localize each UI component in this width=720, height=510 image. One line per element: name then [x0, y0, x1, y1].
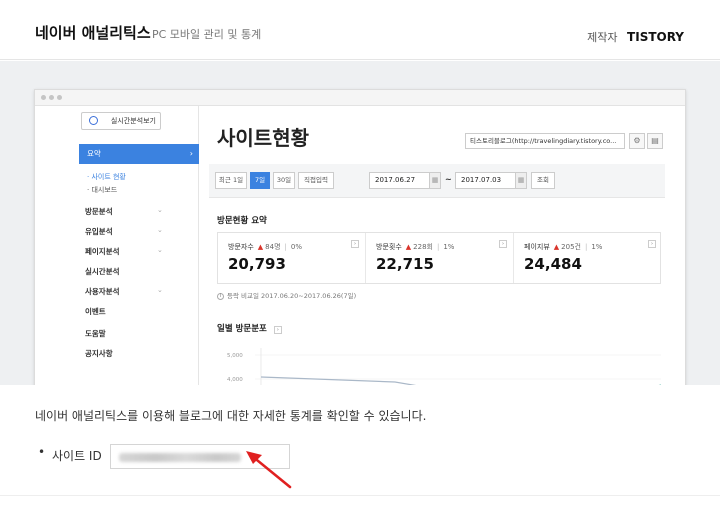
calendar-icon[interactable]: ▦	[429, 172, 441, 189]
preview-main: 사이트현황 티스토리블로그(http://travelingdiary.tist…	[209, 106, 675, 385]
stat-visitors: 방문자수 ▲ 84명 | 0% 20,793 ›	[218, 233, 366, 283]
blog-select[interactable]: 티스토리블로그(http://travelingdiary.tistory.co…	[465, 133, 625, 149]
sidebar-item-label: 도움말	[85, 329, 106, 338]
chevron-right-icon[interactable]: ›	[351, 240, 359, 248]
header-bar: 네이버 애널리틱스 PC 모바일 관리 및 통계 제작자 TISTORY	[0, 0, 720, 60]
divider	[0, 495, 720, 496]
stat-label: 방문자수 ▲ 84명 | 0%	[228, 243, 302, 251]
chevron-down-icon: ⌄	[157, 206, 163, 214]
window-dot-icon	[41, 95, 46, 100]
info-icon: i	[217, 292, 224, 300]
chart-tick-label: 4,000	[227, 377, 243, 383]
search-button[interactable]: 조회	[531, 172, 555, 189]
sidebar-item-label: 이벤트	[85, 307, 106, 316]
window-dot-icon	[49, 95, 54, 100]
chevron-right-icon[interactable]: ›	[273, 326, 282, 334]
arrow-up-icon: ▲	[553, 243, 560, 251]
period-30day-button[interactable]: 30일	[273, 172, 295, 189]
daily-chart: 5,000 4,000	[227, 348, 661, 385]
arrow-up-icon: ▲	[257, 243, 264, 251]
stat-value: 20,793	[228, 255, 286, 273]
window-titlebar	[35, 90, 685, 106]
bullet: •	[38, 445, 46, 459]
preview-sidebar: 실시간분석보기 요약 › · 사이트 현황 · 대시보드 방문분석 ⌄ 유입분석 ⌄…	[79, 106, 199, 385]
chevron-right-icon: ›	[189, 149, 193, 158]
period-7day-button[interactable]: 7일	[250, 172, 270, 189]
sidebar-item-page[interactable]: 페이지분석 ⌄	[85, 246, 163, 257]
sidebar-item-label: 사용자분석	[85, 287, 120, 296]
redacted-value	[119, 453, 241, 462]
stat-percent: 0%	[290, 243, 302, 251]
stat-change: 205건	[561, 243, 581, 251]
page-title: 사이트현황	[217, 126, 309, 150]
calendar-icon[interactable]: ▦	[515, 172, 527, 189]
stat-percent: 1%	[443, 243, 455, 251]
chevron-down-icon: ⌄	[157, 246, 163, 254]
sidebar-item-notice[interactable]: 공지사항	[85, 348, 113, 359]
chevron-right-icon[interactable]: ›	[499, 240, 507, 248]
compare-text: 등락 비교일 2017.06.20~2017.06.26(7일)	[227, 292, 357, 300]
stat-label: 방문횟수 ▲ 228회 | 1%	[376, 243, 455, 251]
stat-name: 페이지뷰	[524, 243, 550, 251]
window-dot-icon	[57, 95, 62, 100]
sidebar-item-label: 공지사항	[85, 349, 113, 358]
sidebar-item-label: 실시간분석	[85, 267, 120, 276]
sidebar-item-inflow[interactable]: 유입분석 ⌄	[85, 226, 163, 237]
stat-name: 방문자수	[228, 243, 254, 251]
settings-panel: 네이버 애널리틱스를 이용해 블로그에 대한 자세한 통계를 확인할 수 있습니…	[0, 385, 720, 510]
series-line	[260, 376, 417, 385]
app-subtitle: PC 모바일 관리 및 통계	[152, 28, 262, 41]
sidebar-item-event[interactable]: 이벤트	[85, 306, 106, 317]
sidebar-item-label: 방문분석	[85, 207, 113, 216]
sidebar-item-label: 유입분석	[85, 227, 113, 236]
sidebar-item-label: 요약	[87, 149, 101, 158]
description-text: 네이버 애널리틱스를 이용해 블로그에 대한 자세한 통계를 확인할 수 있습니…	[35, 409, 427, 423]
daily-title-text: 일별 방문분포	[217, 324, 267, 334]
realtime-button-label: 실시간분석보기	[110, 117, 156, 125]
stat-visits: 방문횟수 ▲ 228회 | 1% 22,715 ›	[366, 233, 514, 283]
print-icon[interactable]: ▤	[647, 133, 663, 149]
realtime-button[interactable]: 실시간분석보기	[81, 112, 161, 130]
stat-pageviews: 페이지뷰 ▲ 205건 | 1% 24,484 ›	[514, 233, 662, 283]
summary-title: 방문현황 요약	[217, 216, 267, 226]
sidebar-item-summary[interactable]: 요약 ›	[79, 144, 199, 164]
stat-change: 228회	[413, 243, 433, 251]
site-id-label: 사이트 ID	[52, 449, 102, 463]
stat-name: 방문횟수	[376, 243, 402, 251]
stats-panel: 방문자수 ▲ 84명 | 0% 20,793 › 방문횟수 ▲ 228회 | 1% 22,715…	[217, 232, 661, 284]
arrow-up-icon: ▲	[405, 243, 412, 251]
stat-value: 24,484	[524, 255, 582, 273]
page: 네이버 애널리틱스 PC 모바일 관리 및 통계 제작자 TISTORY 실시간…	[0, 0, 720, 510]
period-filter-bar: 최근 1일 7일 30일 직접입력 2017.06.27 ▦ ~ 2017.07…	[209, 164, 665, 198]
chevron-right-icon[interactable]: ›	[648, 240, 656, 248]
stat-percent: 1%	[591, 243, 603, 251]
date-separator: ~	[445, 175, 452, 184]
sidebar-item-realtime[interactable]: 실시간분석	[85, 266, 120, 277]
daily-title: 일별 방문분포 ›	[217, 322, 282, 334]
chevron-down-icon: ⌄	[157, 226, 163, 234]
sidebar-item-label: 페이지분석	[85, 247, 120, 256]
clock-icon	[89, 116, 98, 125]
period-1day-button[interactable]: 최근 1일	[215, 172, 247, 189]
stat-value: 22,715	[376, 255, 434, 273]
sidebar-item-help[interactable]: 도움말	[85, 328, 106, 339]
maker-label: 제작자	[587, 31, 618, 44]
period-custom-button[interactable]: 직접입력	[298, 172, 334, 189]
stat-label: 페이지뷰 ▲ 205건 | 1%	[524, 243, 603, 251]
chart-tick-label: 5,000	[227, 353, 243, 359]
preview-window: 실시간분석보기 요약 › · 사이트 현황 · 대시보드 방문분석 ⌄ 유입분석 ⌄…	[34, 89, 686, 385]
preview-screenshot: 실시간분석보기 요약 › · 사이트 현황 · 대시보드 방문분석 ⌄ 유입분석 ⌄…	[0, 61, 720, 385]
sidebar-subitem-dashboard[interactable]: · 대시보드	[87, 185, 117, 195]
pointer-arrow-icon	[246, 451, 292, 489]
maker-name: TISTORY	[627, 30, 684, 44]
sidebar-subitem-site-status[interactable]: · 사이트 현황	[87, 172, 126, 182]
maker-info: 제작자 TISTORY	[587, 29, 684, 45]
compare-note: i 등락 비교일 2017.06.20~2017.06.26(7일)	[217, 290, 356, 300]
stat-change: 84명	[265, 243, 281, 251]
app-title: 네이버 애널리틱스	[35, 24, 151, 42]
chevron-down-icon: ⌄	[157, 286, 163, 294]
gear-icon[interactable]: ⚙	[629, 133, 645, 149]
sidebar-item-user[interactable]: 사용자분석 ⌄	[85, 286, 163, 297]
sidebar-item-visit[interactable]: 방문분석 ⌄	[85, 206, 163, 217]
